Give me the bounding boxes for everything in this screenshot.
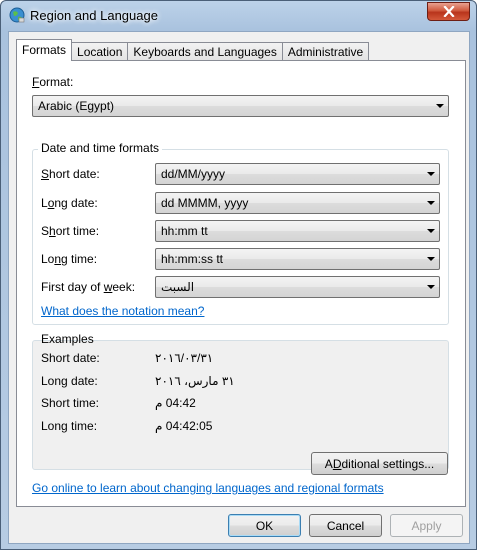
first-day-of-week-label: First day of week: [41,280,136,294]
globe-icon [9,7,25,23]
example-short-date-value: ٢٠١٦/٠٣/٣١ [155,351,214,365]
short-time-label: Short time: [41,224,100,238]
date-time-formats-title: Date and time formats [38,141,163,155]
tab-administrative[interactable]: Administrative [281,42,370,61]
example-long-time-value: 04:42:05 م [155,419,213,433]
long-time-select[interactable]: hh:mm:ss tt [155,248,440,270]
chevron-down-icon [427,172,435,176]
long-time-label: Long time: [41,252,98,266]
example-short-date-label: Short date: [41,351,100,365]
examples-title: Examples [41,332,94,346]
long-time-value: hh:mm:ss tt [161,252,224,266]
short-date-select[interactable]: dd/MM/yyyy [155,163,440,185]
example-long-date-label: Long date: [41,374,98,388]
chevron-down-icon [427,201,435,205]
format-label: Format: [32,75,74,89]
long-date-label: Long date: [41,196,98,210]
tab-location[interactable]: Location [71,42,129,61]
formats-panel: Format: Arabic (Egypt) Date and time for… [16,60,466,507]
short-time-value: hh:mm tt [161,224,208,238]
close-icon [442,6,455,17]
chevron-down-icon [427,257,435,261]
example-long-time-label: Long time: [41,419,98,433]
short-date-value: dd/MM/yyyy [161,167,226,181]
cancel-button[interactable]: Cancel [309,514,382,537]
first-day-of-week-value: السبت [161,280,195,294]
tab-formats[interactable]: Formats [16,39,73,61]
format-select[interactable]: Arabic (Egypt) [32,95,449,117]
example-long-date-value: ٣١ مارس، ٢٠١٦ [155,374,235,388]
window: Region and Language Formats Location Key… [0,0,477,550]
title-bar[interactable]: Region and Language [1,1,476,31]
notation-help-link[interactable]: What does the notation mean? [41,304,204,318]
example-short-time-label: Short time: [41,396,100,410]
short-time-select[interactable]: hh:mm tt [155,220,440,242]
chevron-down-icon [427,229,435,233]
short-date-label: Short date: [41,167,100,181]
tab-keyboards-and-languages[interactable]: Keyboards and Languages [127,42,283,61]
apply-button[interactable]: Apply [390,514,463,537]
ok-button[interactable]: OK [228,514,301,537]
long-date-value: dd MMMM, yyyy [161,196,249,210]
close-button[interactable] [427,2,470,21]
chevron-down-icon [427,285,435,289]
chevron-down-icon [436,104,444,108]
online-help-link[interactable]: Go online to learn about changing langua… [32,481,384,495]
first-day-of-week-select[interactable]: السبت [155,276,440,298]
window-title: Region and Language [30,8,158,23]
tab-strip: Formats Location Keyboards and Languages… [16,39,370,61]
additional-settings-button[interactable]: ADditional settings... [311,452,448,475]
long-date-select[interactable]: dd MMMM, yyyy [155,192,440,214]
example-short-time-value: 04:42 م [155,396,196,410]
dialog-client: Formats Location Keyboards and Languages… [8,31,470,544]
format-select-value: Arabic (Egypt) [38,99,115,113]
